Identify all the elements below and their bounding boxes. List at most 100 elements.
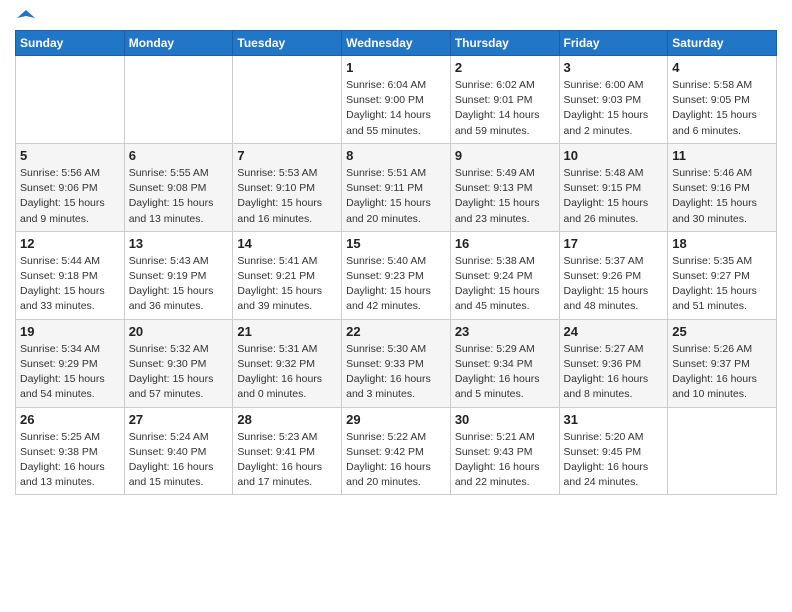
day-number: 6 (129, 148, 229, 163)
day-info: Sunrise: 6:04 AM Sunset: 9:00 PM Dayligh… (346, 78, 446, 139)
day-number: 22 (346, 324, 446, 339)
day-header-tuesday: Tuesday (233, 31, 342, 56)
day-info: Sunrise: 5:46 AM Sunset: 9:16 PM Dayligh… (672, 166, 772, 227)
day-number: 23 (455, 324, 555, 339)
calendar-cell: 30 Sunrise: 5:21 AM Sunset: 9:43 PM Dayli… (450, 407, 559, 495)
calendar-cell (124, 56, 233, 144)
day-number: 21 (237, 324, 337, 339)
day-number: 11 (672, 148, 772, 163)
day-info: Sunrise: 5:34 AM Sunset: 9:29 PM Dayligh… (20, 342, 120, 403)
day-header-thursday: Thursday (450, 31, 559, 56)
calendar-cell: 3Sunrise: 6:00 AM Sunset: 9:03 PM Daylig… (559, 56, 668, 144)
day-number: 27 (129, 412, 229, 427)
day-number: 24 (564, 324, 664, 339)
day-info: Sunrise: 5:29 AM Sunset: 9:34 PM Dayligh… (455, 342, 555, 403)
day-number: 14 (237, 236, 337, 251)
day-header-monday: Monday (124, 31, 233, 56)
day-info: Sunrise: 5:56 AM Sunset: 9:06 PM Dayligh… (20, 166, 120, 227)
day-info: Sunrise: 5:31 AM Sunset: 9:32 PM Dayligh… (237, 342, 337, 403)
calendar-cell: 31 Sunrise: 5:20 AM Sunset: 9:45 PM Dayli… (559, 407, 668, 495)
day-info: Sunrise: 5:58 AM Sunset: 9:05 PM Dayligh… (672, 78, 772, 139)
logo-bird-icon (17, 8, 35, 26)
calendar-cell: 11 Sunrise: 5:46 AM Sunset: 9:16 PM Dayli… (668, 143, 777, 231)
calendar-cell: 21 Sunrise: 5:31 AM Sunset: 9:32 PM Dayli… (233, 319, 342, 407)
day-info: Sunrise: 5:24 AM Sunset: 9:40 PM Dayligh… (129, 430, 229, 491)
day-number: 28 (237, 412, 337, 427)
day-number: 13 (129, 236, 229, 251)
day-info: Sunrise: 5:21 AM Sunset: 9:43 PM Dayligh… (455, 430, 555, 491)
calendar-cell: 20 Sunrise: 5:32 AM Sunset: 9:30 PM Dayli… (124, 319, 233, 407)
day-number: 15 (346, 236, 446, 251)
day-number: 18 (672, 236, 772, 251)
day-info: Sunrise: 5:22 AM Sunset: 9:42 PM Dayligh… (346, 430, 446, 491)
calendar-cell: 13 Sunrise: 5:43 AM Sunset: 9:19 PM Dayli… (124, 231, 233, 319)
day-info: Sunrise: 5:30 AM Sunset: 9:33 PM Dayligh… (346, 342, 446, 403)
week-row-1: 1 Sunrise: 6:04 AM Sunset: 9:00 PM Daylig… (16, 56, 777, 144)
day-number: 31 (564, 412, 664, 427)
day-header-sunday: Sunday (16, 31, 125, 56)
day-info: Sunrise: 6:02 AM Sunset: 9:01 PM Dayligh… (455, 78, 555, 139)
day-info: Sunrise: 5:32 AM Sunset: 9:30 PM Dayligh… (129, 342, 229, 403)
calendar-cell (668, 407, 777, 495)
day-header-friday: Friday (559, 31, 668, 56)
day-info: Sunrise: 5:35 AM Sunset: 9:27 PM Dayligh… (672, 254, 772, 315)
day-number: 9 (455, 148, 555, 163)
calendar-cell: 16Sunrise: 5:38 AM Sunset: 9:24 PM Dayli… (450, 231, 559, 319)
day-number: 4 (672, 60, 772, 75)
day-number: 10 (564, 148, 664, 163)
day-header-saturday: Saturday (668, 31, 777, 56)
day-info: Sunrise: 5:43 AM Sunset: 9:19 PM Dayligh… (129, 254, 229, 315)
day-info: Sunrise: 5:23 AM Sunset: 9:41 PM Dayligh… (237, 430, 337, 491)
week-row-4: 19 Sunrise: 5:34 AM Sunset: 9:29 PM Dayli… (16, 319, 777, 407)
calendar-cell: 8 Sunrise: 5:51 AM Sunset: 9:11 PM Daylig… (342, 143, 451, 231)
day-number: 1 (346, 60, 446, 75)
day-info: Sunrise: 5:55 AM Sunset: 9:08 PM Dayligh… (129, 166, 229, 227)
calendar-cell: 19 Sunrise: 5:34 AM Sunset: 9:29 PM Dayli… (16, 319, 125, 407)
day-info: Sunrise: 5:41 AM Sunset: 9:21 PM Dayligh… (237, 254, 337, 315)
day-number: 12 (20, 236, 120, 251)
calendar-cell: 22 Sunrise: 5:30 AM Sunset: 9:33 PM Dayli… (342, 319, 451, 407)
day-info: Sunrise: 5:40 AM Sunset: 9:23 PM Dayligh… (346, 254, 446, 315)
calendar-cell: 17Sunrise: 5:37 AM Sunset: 9:26 PM Dayli… (559, 231, 668, 319)
week-row-3: 12 Sunrise: 5:44 AM Sunset: 9:18 PM Dayli… (16, 231, 777, 319)
day-header-wednesday: Wednesday (342, 31, 451, 56)
calendar-cell: 27 Sunrise: 5:24 AM Sunset: 9:40 PM Dayli… (124, 407, 233, 495)
day-info: Sunrise: 5:49 AM Sunset: 9:13 PM Dayligh… (455, 166, 555, 227)
calendar-cell: 12 Sunrise: 5:44 AM Sunset: 9:18 PM Dayli… (16, 231, 125, 319)
day-info: Sunrise: 5:20 AM Sunset: 9:45 PM Dayligh… (564, 430, 664, 491)
calendar-cell: 26 Sunrise: 5:25 AM Sunset: 9:38 PM Dayli… (16, 407, 125, 495)
calendar-header: SundayMondayTuesdayWednesdayThursdayFrid… (16, 31, 777, 56)
day-info: Sunrise: 5:53 AM Sunset: 9:10 PM Dayligh… (237, 166, 337, 227)
logo (15, 10, 35, 24)
day-info: Sunrise: 5:44 AM Sunset: 9:18 PM Dayligh… (20, 254, 120, 315)
calendar-cell: 7Sunrise: 5:53 AM Sunset: 9:10 PM Daylig… (233, 143, 342, 231)
day-number: 29 (346, 412, 446, 427)
day-info: Sunrise: 5:26 AM Sunset: 9:37 PM Dayligh… (672, 342, 772, 403)
day-number: 20 (129, 324, 229, 339)
day-info: Sunrise: 5:48 AM Sunset: 9:15 PM Dayligh… (564, 166, 664, 227)
calendar-cell: 18 Sunrise: 5:35 AM Sunset: 9:27 PM Dayli… (668, 231, 777, 319)
day-info: Sunrise: 5:25 AM Sunset: 9:38 PM Dayligh… (20, 430, 120, 491)
day-info: Sunrise: 5:27 AM Sunset: 9:36 PM Dayligh… (564, 342, 664, 403)
calendar-cell: 2Sunrise: 6:02 AM Sunset: 9:01 PM Daylig… (450, 56, 559, 144)
calendar-cell: 5Sunrise: 5:56 AM Sunset: 9:06 PM Daylig… (16, 143, 125, 231)
day-info: Sunrise: 6:00 AM Sunset: 9:03 PM Dayligh… (564, 78, 664, 139)
day-number: 8 (346, 148, 446, 163)
day-header-row: SundayMondayTuesdayWednesdayThursdayFrid… (16, 31, 777, 56)
day-number: 30 (455, 412, 555, 427)
calendar-cell: 10 Sunrise: 5:48 AM Sunset: 9:15 PM Dayli… (559, 143, 668, 231)
day-number: 26 (20, 412, 120, 427)
day-info: Sunrise: 5:37 AM Sunset: 9:26 PM Dayligh… (564, 254, 664, 315)
day-number: 19 (20, 324, 120, 339)
calendar-cell (233, 56, 342, 144)
calendar-cell: 14 Sunrise: 5:41 AM Sunset: 9:21 PM Dayli… (233, 231, 342, 319)
calendar-cell: 6 Sunrise: 5:55 AM Sunset: 9:08 PM Daylig… (124, 143, 233, 231)
calendar-table: SundayMondayTuesdayWednesdayThursdayFrid… (15, 30, 777, 495)
calendar-cell: 4 Sunrise: 5:58 AM Sunset: 9:05 PM Daylig… (668, 56, 777, 144)
calendar-cell: 15 Sunrise: 5:40 AM Sunset: 9:23 PM Dayli… (342, 231, 451, 319)
calendar-cell: 1 Sunrise: 6:04 AM Sunset: 9:00 PM Daylig… (342, 56, 451, 144)
calendar-cell: 29 Sunrise: 5:22 AM Sunset: 9:42 PM Dayli… (342, 407, 451, 495)
day-info: Sunrise: 5:51 AM Sunset: 9:11 PM Dayligh… (346, 166, 446, 227)
calendar-cell: 9 Sunrise: 5:49 AM Sunset: 9:13 PM Daylig… (450, 143, 559, 231)
calendar-cell: 23 Sunrise: 5:29 AM Sunset: 9:34 PM Dayli… (450, 319, 559, 407)
